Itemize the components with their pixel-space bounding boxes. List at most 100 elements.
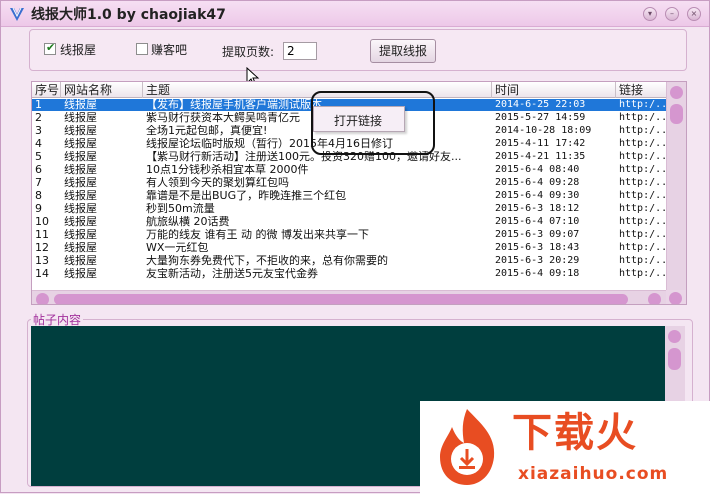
table-row[interactable]: 10 线报屋 航旅纵横 20话费 2015-6-4 07:10 http:/... (32, 216, 668, 228)
list-vertical-scrollbar[interactable] (666, 82, 686, 290)
cell-site: 线报屋 (64, 255, 97, 267)
cell-time: 2015-6-4 07:10 (495, 216, 580, 227)
cell-no: 8 (35, 190, 42, 202)
cell-no: 9 (35, 203, 42, 215)
menu-button[interactable]: ▾ (643, 7, 657, 21)
table-row[interactable]: 12 线报屋 WX一元红包 2015-6-3 18:43 http:/... (32, 242, 668, 254)
table-row[interactable]: 8 线报屋 靠谱是不是出BUG了，昨晚连推三个红包 2015-6-4 09:30 htt… (32, 190, 668, 202)
minimize-button[interactable]: – (665, 7, 679, 21)
cell-site: 线报屋 (64, 99, 97, 111)
checkbox-zhuankeba[interactable] (136, 43, 148, 55)
cell-time: 2015-6-3 18:43 (495, 242, 580, 253)
flame-logo-icon (440, 409, 495, 485)
window-title: 线报大师1.0 by chaojiak47 (31, 7, 226, 23)
close-icon: × (690, 9, 698, 18)
cell-time: 2015-4-21 11:35 (495, 151, 586, 162)
table-row[interactable]: 11 线报屋 万能的线友 谁有王 动 的微 博发出来共享一下 2015-6-3 09:… (32, 229, 668, 241)
chevron-down-icon: ▾ (647, 9, 652, 18)
minimize-icon: – (670, 9, 674, 18)
table-row[interactable]: 6 线报屋 10点1分钱秒杀相宜本草 2000件 2015-6-4 08:40 http… (32, 164, 668, 176)
cell-link: http:/... (619, 190, 668, 201)
fetch-button[interactable]: 提取线报 (370, 39, 436, 63)
cell-no: 12 (35, 242, 49, 254)
cell-link: http:/... (619, 151, 668, 162)
cell-link: http:/... (619, 203, 668, 214)
table-row[interactable]: 14 线报屋 友宝新活动，注册送5元友宝代金券 2015-6-4 09:18 http:… (32, 268, 668, 280)
cell-time: 2015-5-27 14:59 (495, 112, 586, 123)
checkbox-zhuankeba-label[interactable]: 赚客吧 (151, 41, 187, 58)
cell-site: 线报屋 (64, 138, 97, 150)
cell-subject: 万能的线友 谁有王 动 的微 博发出来共享一下 (146, 229, 369, 241)
cell-link: http:/... (619, 242, 668, 253)
cell-subject: 大量狗东券免费代下，不拒收的来，总有你需要的 (146, 255, 388, 267)
cell-time: 2015-6-3 20:29 (495, 255, 580, 266)
cell-time: 2015-6-4 09:30 (495, 190, 580, 201)
cell-site: 线报屋 (64, 229, 97, 241)
cell-no: 2 (35, 112, 42, 124)
cell-site: 线报屋 (64, 164, 97, 176)
cell-link: http:/... (619, 216, 668, 227)
table-row[interactable]: 13 线报屋 大量狗东券免费代下，不拒收的来，总有你需要的 2015-6-3 20:2… (32, 255, 668, 267)
cell-link: http:/... (619, 112, 668, 123)
column-header-site[interactable]: 网站名称 (61, 82, 143, 98)
scroll-right-button[interactable] (648, 293, 661, 304)
column-header-time[interactable]: 时间 (492, 82, 616, 98)
column-header-link[interactable]: 链接 (616, 82, 668, 98)
app-logo-icon (10, 7, 24, 21)
cell-site: 线报屋 (64, 151, 97, 163)
app-window: 线报大师1.0 by chaojiak47 ▾ – × ✔ 线报屋 赚客吧 提取… (0, 0, 710, 494)
cell-site: 线报屋 (64, 242, 97, 254)
cell-subject: 秒到50m流量 (146, 203, 215, 215)
cell-no: 13 (35, 255, 49, 267)
cell-time: 2015-6-3 18:12 (495, 203, 580, 214)
cell-link: http:/... (619, 177, 668, 188)
cell-link: http:/... (619, 99, 668, 110)
title-bar[interactable]: 线报大师1.0 by chaojiak47 ▾ – × (1, 1, 709, 27)
scroll-left-button[interactable] (36, 293, 49, 304)
cell-time: 2015-6-4 08:40 (495, 164, 580, 175)
scroll-up-button[interactable] (670, 86, 683, 99)
cell-time: 2015-6-4 09:28 (495, 177, 580, 188)
cell-subject: 友宝新活动，注册送5元友宝代金券 (146, 268, 318, 280)
column-header-no[interactable]: 序号 (32, 82, 61, 98)
cell-time: 2015-4-11 17:42 (495, 138, 586, 149)
cell-no: 5 (35, 151, 42, 163)
scroll-thumb-horizontal[interactable] (54, 294, 628, 304)
cell-time: 2015-6-3 09:07 (495, 229, 580, 240)
watermark-url: xiazaihuo.com (518, 464, 669, 484)
cell-no: 3 (35, 125, 42, 137)
scroll-thumb-vertical[interactable] (670, 104, 683, 124)
cell-link: http:/... (619, 125, 668, 136)
cell-no: 11 (35, 229, 49, 241)
pages-label: 提取页数: (222, 45, 275, 59)
cell-no: 1 (35, 99, 42, 111)
cell-site: 线报屋 (64, 268, 97, 280)
cell-site: 线报屋 (64, 203, 97, 215)
cell-link: http:/... (619, 268, 668, 279)
cell-subject: 靠谱是不是出BUG了，昨晚连推三个红包 (146, 190, 347, 202)
table-row[interactable]: 9 线报屋 秒到50m流量 2015-6-3 18:12 http:/... (32, 203, 668, 215)
checkbox-xianbaowu-label[interactable]: 线报屋 (60, 41, 96, 58)
cell-subject: 航旅纵横 20话费 (146, 216, 230, 228)
cell-no: 14 (35, 268, 49, 280)
scroll-down-button[interactable] (669, 292, 682, 304)
cell-no: 6 (35, 164, 42, 176)
cell-time: 2015-6-4 09:18 (495, 268, 580, 279)
watermark-title: 下载火 (512, 410, 638, 456)
cell-subject: 有人领到今天的聚划算红包吗 (146, 177, 289, 189)
cell-link: http:/... (619, 164, 668, 175)
cell-site: 线报屋 (64, 190, 97, 202)
cell-subject: WX一元红包 (146, 242, 209, 254)
pages-input[interactable]: 2 (283, 42, 317, 60)
post-scroll-thumb[interactable] (668, 348, 681, 370)
cell-no: 10 (35, 216, 49, 228)
checkbox-xianbaowu[interactable]: ✔ (44, 41, 56, 55)
post-scroll-up-button[interactable] (668, 330, 681, 343)
scrollbar-corner (666, 290, 686, 304)
cell-subject: 10点1分钱秒杀相宜本草 2000件 (146, 164, 309, 176)
close-button[interactable]: × (687, 7, 701, 21)
cell-site: 线报屋 (64, 177, 97, 189)
table-row[interactable]: 7 线报屋 有人领到今天的聚划算红包吗 2015-6-4 09:28 http:/... (32, 177, 668, 189)
list-horizontal-scrollbar[interactable] (32, 290, 668, 304)
watermark: 下载火 xiazaihuo.com (420, 401, 710, 494)
